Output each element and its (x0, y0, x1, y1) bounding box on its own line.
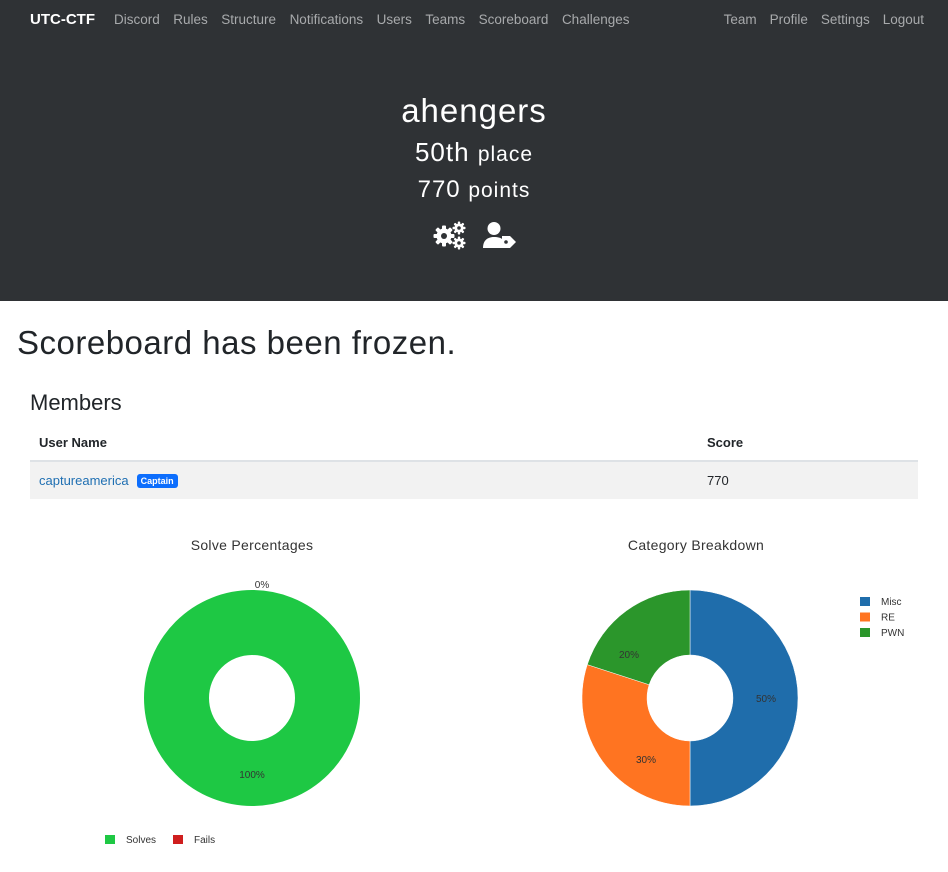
nav-right: Team Profile Settings Logout (711, 12, 924, 27)
donut-solves-slice-solves (144, 590, 360, 806)
settings-gears-icon[interactable] (432, 220, 468, 255)
legend-label-misc: Misc (881, 597, 902, 608)
team-points: 770 points (0, 176, 948, 204)
nav-item-teams[interactable]: Teams (425, 12, 465, 27)
navbar: UTC-CTF Discord Rules Structure Notifica… (0, 0, 948, 40)
nav-item-structure[interactable]: Structure (221, 12, 276, 27)
category-chart-title: Category Breakdown (627, 537, 765, 553)
members-title: Members (30, 390, 122, 415)
nav-item-logout[interactable]: Logout (883, 12, 924, 27)
donut-categories-label-pwn: 20% (619, 650, 639, 661)
place-label: place (477, 143, 534, 166)
team-header: ahengers 50th place 770 points (0, 40, 948, 301)
donut-categories-slice-pwn (586, 589, 691, 686)
nav-item-challenges[interactable]: Challenges (562, 12, 630, 27)
column-header-user-name: User Name (30, 424, 698, 462)
nav-item-discord[interactable]: Discord (114, 12, 160, 27)
points-label: points (468, 179, 531, 202)
points-number: 770 (417, 176, 461, 203)
place-number: 50th (414, 137, 470, 167)
nav-item-settings[interactable]: Settings (821, 12, 870, 27)
legend-swatch-misc (860, 597, 870, 606)
legend-label-re: RE (881, 613, 895, 624)
donut-categories-label-misc: 50% (756, 694, 776, 705)
nav-left: Discord Rules Structure Notifications Us… (114, 12, 643, 27)
nav-item-team[interactable]: Team (724, 12, 757, 27)
member-score: 770 (698, 461, 918, 499)
nav-item-notifications[interactable]: Notifications (290, 12, 364, 27)
member-name-link[interactable]: captureamerica (39, 473, 129, 488)
members-table: User Name Score captureamerica Captain 77… (30, 424, 918, 499)
team-name: ahengers (401, 92, 547, 129)
nav-item-profile[interactable]: Profile (770, 12, 808, 27)
team-actions (432, 220, 518, 255)
solve-chart-title: Solve Percentages (190, 537, 314, 553)
scoreboard-frozen-notice: Scoreboard has been frozen. (17, 324, 457, 361)
legend-swatch-pwn (860, 628, 870, 637)
table-row: captureamerica Captain 770 (30, 461, 918, 499)
legend-swatch-solves (105, 835, 115, 844)
donut-solves-label-fails: 0% (255, 580, 270, 591)
legend-label-pwn: PWN (881, 628, 904, 639)
nav-item-rules[interactable]: Rules (173, 12, 208, 27)
brand-link[interactable]: UTC-CTF (30, 11, 95, 28)
column-header-score: Score (698, 424, 918, 462)
donut-categories-slice-misc (689, 589, 799, 807)
team-place: 50th place (0, 137, 948, 168)
donut-solves-label-solves: 100% (239, 770, 265, 781)
legend-swatch-fails (173, 835, 183, 844)
legend-label-solves: Solves (126, 835, 156, 846)
donut-categories-slice-re (581, 664, 691, 807)
nav-item-users[interactable]: Users (377, 12, 412, 27)
members-header-row: User Name Score (30, 424, 918, 462)
nav-item-scoreboard[interactable]: Scoreboard (479, 12, 549, 27)
captain-badge: Captain (136, 474, 178, 488)
user-tag-icon[interactable] (482, 220, 518, 255)
legend-label-fails: Fails (194, 835, 215, 846)
member-cell: captureamerica Captain (30, 461, 698, 499)
donut-categories-label-re: 30% (636, 755, 656, 766)
legend-swatch-re (860, 612, 870, 622)
